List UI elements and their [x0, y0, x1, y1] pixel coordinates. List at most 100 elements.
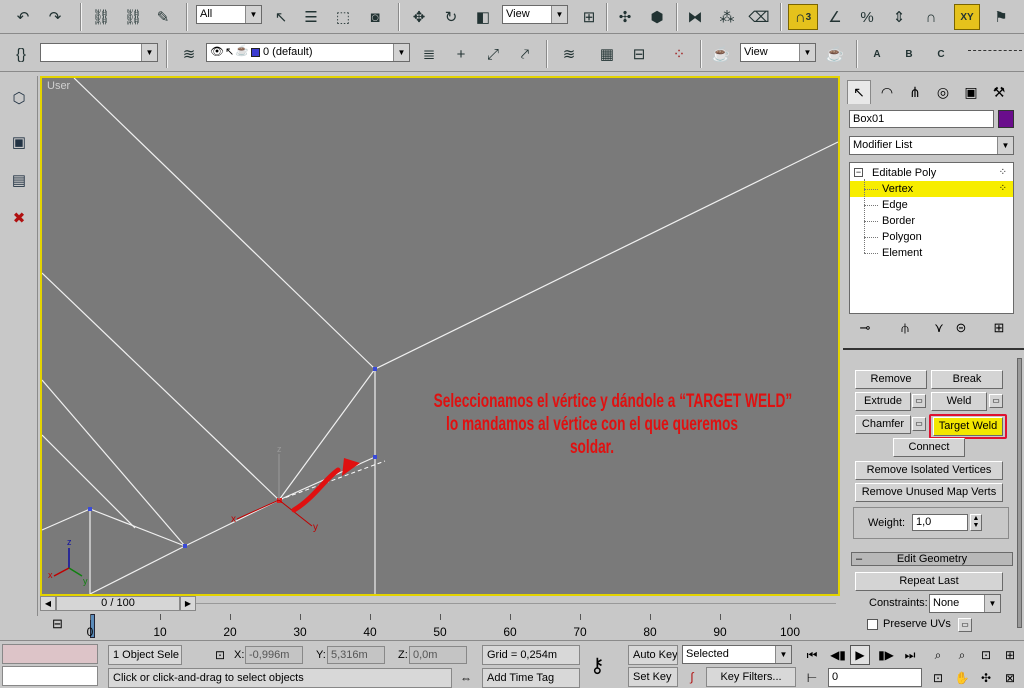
redo-icon[interactable]: ↷ — [42, 4, 68, 30]
z-coord-field[interactable]: 0,0m — [409, 646, 467, 664]
move-icon[interactable]: ✥ — [406, 4, 432, 30]
vertex-point[interactable] — [373, 367, 377, 371]
key-filters-button[interactable]: Key Filters... — [706, 667, 796, 687]
scale-icon[interactable]: ◧ — [470, 4, 496, 30]
edit-geometry-rollout-header[interactable]: – Edit Geometry — [851, 552, 1013, 566]
time-next-button[interactable]: ▶ — [180, 596, 196, 611]
rollout-scrollbar[interactable] — [1017, 358, 1022, 628]
set-key-key-icon[interactable]: ⚷ — [590, 653, 605, 678]
utilities-tab-icon[interactable]: ⚒ — [987, 80, 1011, 104]
vertex-point[interactable] — [183, 544, 187, 548]
zoom-extents-icon[interactable]: ⊡ — [976, 645, 996, 665]
auto-key-button[interactable]: Auto Key — [628, 645, 678, 665]
remove-modifier-icon[interactable]: ⊝ — [951, 320, 971, 336]
stack-item-polygon[interactable]: Polygon — [850, 229, 1013, 245]
time-config-icon[interactable]: ⊡ — [928, 668, 948, 688]
add-to-layer-icon[interactable]: + — [448, 41, 474, 67]
layer-dropdown[interactable]: 👁 ↖ ☕ 0 (default) ▼ — [206, 43, 410, 62]
create-tab-icon[interactable]: ↖ — [847, 80, 871, 104]
remove-button[interactable]: Remove — [855, 370, 927, 389]
object-name-field[interactable]: Box01 — [849, 110, 994, 128]
chamfer-settings-button[interactable]: ▭ — [912, 417, 926, 431]
pivot-icon[interactable]: ⊞ — [576, 4, 602, 30]
lock-selection-icon[interactable]: ⊡ — [210, 645, 230, 665]
stack-item-element[interactable]: Element — [850, 245, 1013, 261]
track-bar[interactable]: ⊟ 0 10 20 30 40 50 60 70 80 90 100 — [40, 614, 840, 640]
document-icon[interactable]: ▤ — [5, 166, 33, 194]
array-icon[interactable]: ⁂ — [714, 4, 740, 30]
time-tag-icon[interactable]: ⇔ — [456, 668, 476, 688]
schematic-view-icon[interactable]: ⊟ — [626, 41, 652, 67]
add-time-tag-button[interactable]: Add Time Tag — [482, 668, 580, 688]
modifier-list-dropdown[interactable]: Modifier List ▼ — [849, 136, 1014, 155]
extrude-button[interactable]: Extrude — [855, 392, 911, 411]
rect-region-icon[interactable]: ⬚ — [330, 4, 356, 30]
layers-icon[interactable]: ≋ — [176, 41, 202, 67]
select-layer-objects-icon[interactable]: ⤢ — [480, 41, 506, 67]
psd-delete-icon[interactable]: ✖ — [5, 204, 33, 232]
vertex-point[interactable] — [373, 455, 377, 459]
spinner-snap-icon[interactable]: ⇕ — [886, 4, 912, 30]
collapse-icon[interactable]: − — [854, 168, 863, 177]
image-viewer-icon[interactable]: ▣ — [5, 128, 33, 156]
create-layer-icon[interactable]: ≣ — [416, 41, 442, 67]
show-end-result-icon[interactable]: ⫛ — [895, 320, 915, 336]
teapot-a-button[interactable]: A — [864, 41, 890, 67]
stack-item-editable-poly[interactable]: − Editable Poly ⁘ — [850, 165, 1013, 181]
teapot-c-button[interactable]: C — [928, 41, 954, 67]
curve-editor-mini-icon[interactable]: ⊟ — [52, 616, 63, 632]
quick-render-teapot-icon[interactable]: ☕ — [822, 41, 848, 67]
current-frame-field[interactable]: 0 — [828, 668, 922, 687]
break-button[interactable]: Break — [931, 370, 1003, 389]
connect-button[interactable]: Connect — [893, 438, 965, 457]
weld-button[interactable]: Weld — [931, 392, 987, 411]
select-arrow-icon[interactable]: ↖ — [268, 4, 294, 30]
go-to-end-icon[interactable]: ⏭ — [900, 645, 920, 665]
viewport-name-label[interactable]: User — [47, 80, 70, 92]
vertex-point[interactable] — [88, 507, 92, 511]
stack-item-vertex[interactable]: Vertex ⁘ — [850, 181, 1013, 197]
go-to-start-icon[interactable]: ⏮ — [802, 645, 822, 665]
weld-settings-button[interactable]: ▭ — [989, 394, 1003, 408]
material-editor-icon[interactable]: ⁘ — [666, 41, 692, 67]
layer-manager-icon[interactable]: ⚑ — [988, 4, 1014, 30]
next-frame-icon[interactable]: ▮▶ — [876, 645, 896, 665]
edit-named-selection-icon[interactable]: ∩ — [918, 4, 944, 30]
percent-snap-icon[interactable]: % — [854, 4, 880, 30]
selection-filter-dropdown[interactable]: All ▼ — [196, 5, 262, 24]
configure-sets-icon[interactable]: ⊞ — [989, 320, 1009, 336]
time-slider-thumb[interactable]: 0 / 100 — [56, 596, 180, 611]
remove-unused-map-verts-button[interactable]: Remove Unused Map Verts — [855, 483, 1003, 502]
pan-icon[interactable]: ✋ — [952, 668, 972, 688]
render-setup-teapot-icon[interactable]: ☕ — [708, 41, 734, 67]
constraints-dropdown[interactable]: None ▼ — [929, 594, 1001, 613]
y-coord-field[interactable]: 5,316m — [327, 646, 385, 664]
key-tangent-icon[interactable]: ∫ — [682, 667, 702, 687]
curve-editor-icon[interactable]: ▦ — [594, 41, 620, 67]
mirror-icon[interactable]: ⧓ — [682, 4, 708, 30]
time-prev-button[interactable]: ◀ — [40, 596, 56, 611]
keyboard-shortcut-icon[interactable]: ⬢ — [644, 4, 670, 30]
weight-field[interactable]: 1,0 — [912, 514, 968, 531]
teapot-b-button[interactable]: B — [896, 41, 922, 67]
key-mode-toggle-icon[interactable]: ⊢ — [802, 668, 822, 688]
link-icon[interactable]: ⛓ — [88, 4, 114, 30]
pin-stack-icon[interactable]: ⊸ — [855, 320, 875, 336]
layers-toggle-icon[interactable]: ≋ — [556, 41, 582, 67]
extrude-settings-button[interactable]: ▭ — [912, 394, 926, 408]
stack-item-border[interactable]: Border — [850, 213, 1013, 229]
weight-spinner[interactable]: ▲ ▼ — [970, 514, 982, 531]
ref-coord-dropdown[interactable]: View ▼ — [502, 5, 568, 24]
snap-toggle-button[interactable]: ∩ 3 — [788, 4, 818, 30]
select-by-name-icon[interactable]: ☰ — [298, 4, 324, 30]
orbit-icon[interactable]: ✣ — [976, 668, 996, 688]
zoom-extents-all-icon[interactable]: ⊞ — [1000, 645, 1020, 665]
preserve-uvs-checkbox[interactable] — [867, 619, 878, 630]
zoom-all-icon[interactable]: ⌕ — [952, 645, 972, 665]
set-key-button[interactable]: Set Key — [628, 667, 678, 687]
maximize-viewport-icon[interactable]: ⊠ — [1000, 668, 1020, 688]
zoom-icon[interactable]: ⌕ — [928, 645, 948, 665]
unlink-icon[interactable]: ⛓ — [120, 4, 146, 30]
maxscript-listener-pink[interactable] — [2, 644, 98, 664]
modify-tab-icon[interactable]: ◠ — [875, 80, 899, 104]
